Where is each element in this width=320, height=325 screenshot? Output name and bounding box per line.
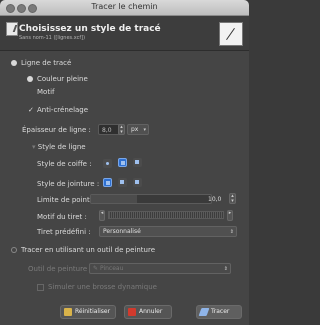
pattern-label: Motif <box>37 88 55 96</box>
reset-icon <box>64 308 72 316</box>
line-style-label: Style de ligne <box>37 143 86 151</box>
paint-tool-select[interactable]: ✎ Pinceau ⇕ <box>89 263 231 274</box>
paint-tool-radio[interactable] <box>12 248 16 252</box>
pattern-option[interactable]: Motif <box>28 88 54 96</box>
miter-limit-stepper[interactable]: ▴ ▾ <box>229 193 236 204</box>
stroke-line-radio[interactable] <box>12 61 16 65</box>
dash-pattern-label: Motif du tiret : <box>37 213 87 221</box>
miter-limit-value: 10,0 <box>208 196 222 203</box>
dash-pattern-right-arrow[interactable]: ▸ <box>227 210 233 221</box>
join-round-button[interactable] <box>118 178 127 187</box>
dash-preset-value: Personnalisé <box>103 228 141 235</box>
emulate-dynamics-label: Simuler une brosse dynamique <box>48 283 157 291</box>
paint-tool-option[interactable]: Tracer en utilisant un outil de peinture <box>12 246 155 254</box>
antialias-option[interactable]: ✓ Anti-crénelage <box>28 106 88 114</box>
image-name: Sans nom-11 ([lignes.xcf]) <box>19 35 86 41</box>
expander-arrow-icon: ▾ <box>32 143 36 151</box>
join-bevel-button[interactable] <box>133 178 142 187</box>
line-width-field[interactable]: 8,0 <box>98 124 120 135</box>
paint-tool-label: Outil de peinture <box>28 265 88 273</box>
solid-color-option[interactable]: Couleur pleine <box>28 75 88 83</box>
dash-preset-label: Tiret prédéfini : <box>37 228 91 236</box>
line-width-stepper[interactable]: ▴ ▾ <box>118 124 125 135</box>
paint-tool-value: Pinceau <box>99 265 124 272</box>
solid-color-radio[interactable] <box>28 77 32 81</box>
cap-square-button[interactable] <box>133 158 142 167</box>
stroke-path-icon <box>6 22 18 36</box>
antialias-checkbox[interactable]: ✓ <box>28 106 34 114</box>
dialog-header: Choisissez un style de tracé Sans nom-11… <box>0 16 249 51</box>
line-width-label: Épaisseur de ligne : <box>22 126 91 134</box>
join-miter-button[interactable] <box>103 178 112 187</box>
antialias-label: Anti-crénelage <box>37 106 89 114</box>
chevron-down-icon: ▾ <box>143 127 146 133</box>
solid-color-label: Couleur pleine <box>37 75 88 83</box>
chevron-down-icon: ⇕ <box>229 229 234 235</box>
line-style-expander[interactable]: ▾ Style de ligne <box>32 143 86 151</box>
miter-limit-slider[interactable] <box>90 194 212 204</box>
emulate-dynamics-checkbox[interactable] <box>37 283 44 291</box>
brush-icon: ✎ <box>93 265 99 272</box>
miter-limit-fill <box>91 195 137 203</box>
join-style-label: Style de jointure : <box>37 180 100 188</box>
reset-label: Réinitialiser <box>75 308 111 315</box>
dash-pattern-left-arrow[interactable]: ◂ <box>99 210 105 221</box>
dialog-heading: Choisissez un style de tracé <box>19 24 161 34</box>
cancel-label: Annuler <box>139 308 163 315</box>
image-preview-icon <box>219 22 243 46</box>
cap-style-label: Style de coiffe : <box>37 160 92 168</box>
dash-pattern-editor[interactable] <box>108 211 224 219</box>
stroke-line-option[interactable]: Ligne de tracé <box>12 59 71 67</box>
cap-butt-button[interactable] <box>103 159 112 168</box>
stroke-line-label: Ligne de tracé <box>21 59 72 67</box>
emulate-dynamics-option[interactable]: Simuler une brosse dynamique <box>37 283 157 291</box>
reset-button[interactable]: Réinitialiser <box>60 305 116 319</box>
paint-tool-option-label: Tracer en utilisant un outil de peinture <box>21 246 155 254</box>
unit-select[interactable]: px ▾ <box>127 124 149 135</box>
stroke-label: Tracer <box>211 308 230 315</box>
unit-value: px <box>131 126 139 133</box>
cancel-icon <box>128 308 136 316</box>
dash-preset-select[interactable]: Personnalisé ⇕ <box>99 226 237 237</box>
title-bar: Tracer le chemin <box>0 0 249 16</box>
stroke-icon <box>198 308 210 316</box>
stroke-path-dialog: Tracer le chemin Choisissez un style de … <box>0 0 249 325</box>
pattern-radio[interactable] <box>28 90 32 94</box>
stroke-button[interactable]: Tracer <box>196 305 242 319</box>
window-title: Tracer le chemin <box>91 2 158 11</box>
cancel-button[interactable]: Annuler <box>124 305 172 319</box>
chevron-down-icon: ⇕ <box>223 266 228 272</box>
cap-round-button[interactable] <box>118 158 127 167</box>
